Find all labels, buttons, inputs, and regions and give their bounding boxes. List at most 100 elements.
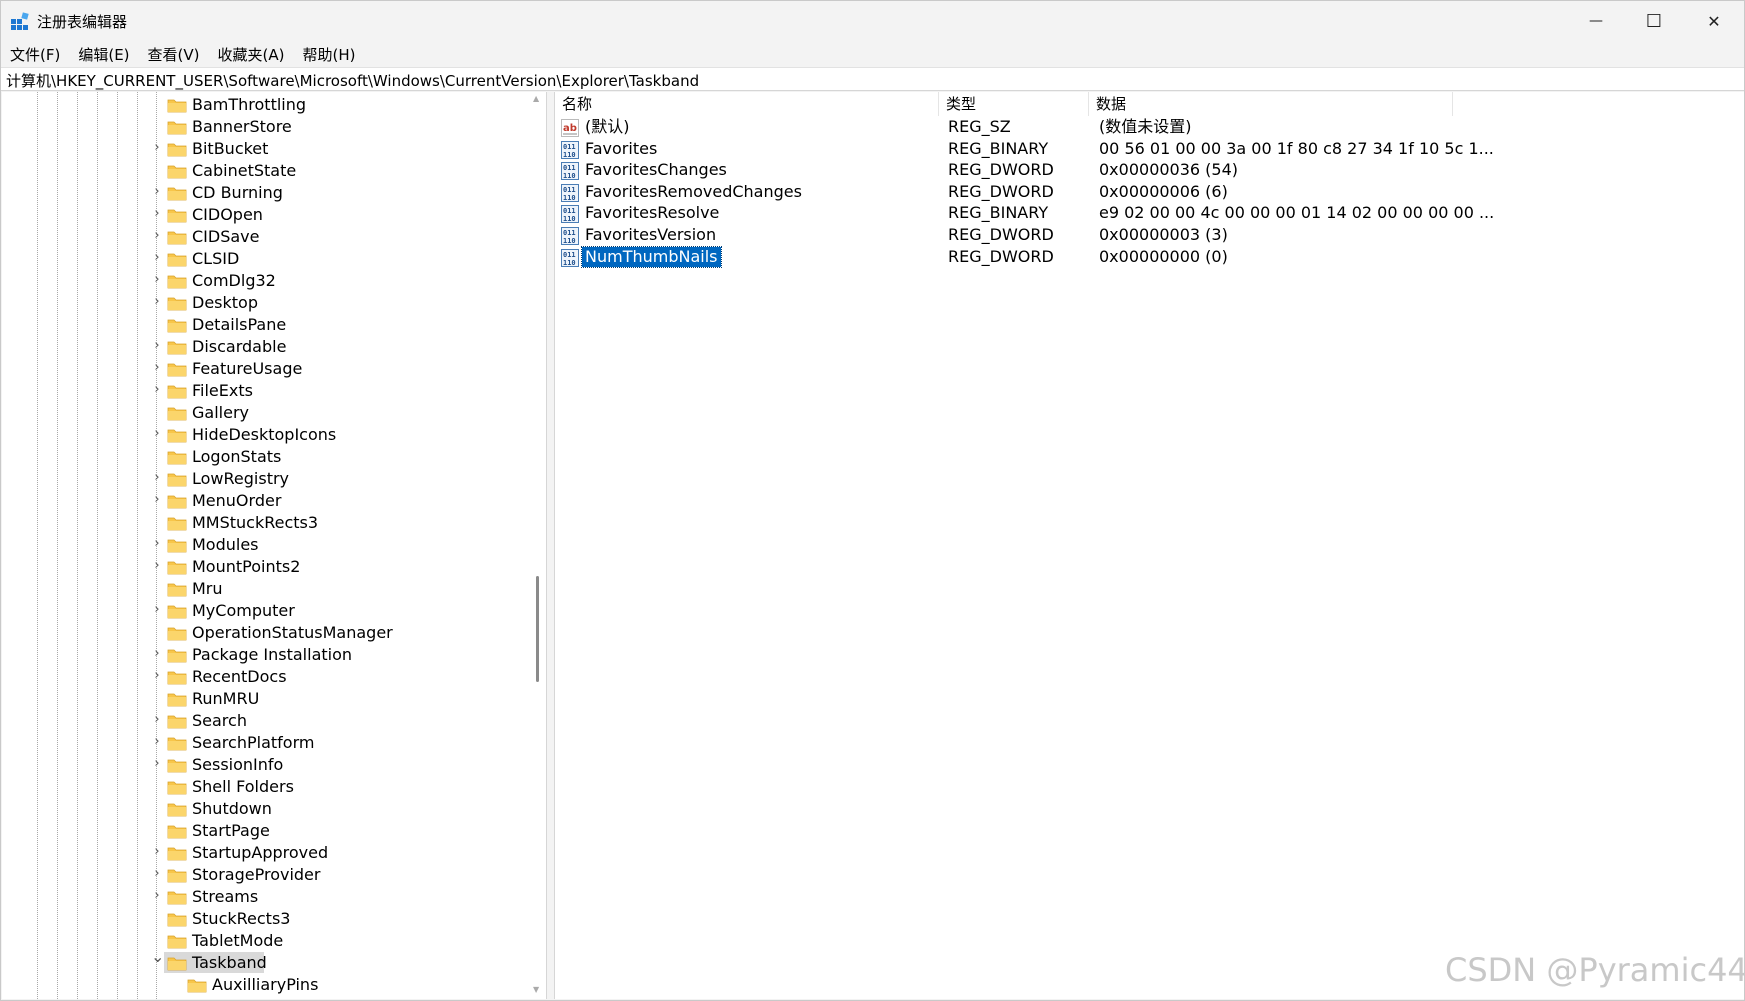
chevron-right-icon[interactable]: › — [151, 757, 163, 771]
tree-item[interactable]: OperationStatusManager — [2, 622, 528, 644]
menu-favorites[interactable]: 收藏夹(A) — [209, 44, 294, 65]
folder-icon — [167, 319, 187, 333]
tree-item[interactable]: RunMRU — [2, 688, 528, 710]
column-header-type[interactable]: 类型 — [939, 92, 1089, 116]
tree-item[interactable]: › Modules — [2, 534, 528, 556]
tree-item[interactable]: BannerStore — [2, 116, 528, 138]
tree-item[interactable]: › Discardable — [2, 336, 528, 358]
tree-item[interactable]: › FeatureUsage — [2, 358, 528, 380]
chevron-right-icon[interactable]: › — [151, 537, 163, 551]
value-data: e9 02 00 00 4c 00 00 00 01 14 02 00 00 0… — [1099, 203, 1495, 223]
tree-item[interactable]: CabinetState — [2, 160, 528, 182]
tree-item[interactable]: › ComDlg32 — [2, 270, 528, 292]
tree-item[interactable]: › BitBucket — [2, 138, 528, 160]
chevron-right-icon[interactable]: › — [151, 185, 163, 199]
chevron-right-icon[interactable]: › — [151, 229, 163, 243]
close-button[interactable]: ✕ — [1685, 1, 1743, 41]
chevron-right-icon[interactable]: › — [151, 361, 163, 375]
tree-item[interactable]: StuckRects3 — [2, 908, 528, 930]
minimize-button[interactable]: — — [1567, 1, 1625, 41]
menu-edit[interactable]: 编辑(E) — [69, 44, 138, 65]
tree-item[interactable]: LogonStats — [2, 446, 528, 468]
chevron-right-icon[interactable]: › — [151, 493, 163, 507]
tree-item[interactable]: › Streams — [2, 886, 528, 908]
chevron-right-icon[interactable]: › — [151, 735, 163, 749]
tree-item[interactable]: Shutdown — [2, 798, 528, 820]
tree-item[interactable]: › Search — [2, 710, 528, 732]
tree-item[interactable]: StartPage — [2, 820, 528, 842]
menu-help[interactable]: 帮助(H) — [293, 44, 364, 65]
chevron-right-icon[interactable]: › — [151, 251, 163, 265]
chevron-right-icon[interactable]: › — [151, 603, 163, 617]
tree-item[interactable]: › Package Installation — [2, 644, 528, 666]
chevron-right-icon[interactable]: › — [151, 647, 163, 661]
tree-item[interactable]: BamThrottling — [2, 94, 528, 116]
chevron-right-icon[interactable]: › — [151, 559, 163, 573]
tree-item[interactable]: DetailsPane — [2, 314, 528, 336]
tree-item-label: BannerStore — [192, 117, 292, 136]
chevron-right-icon[interactable]: › — [151, 845, 163, 859]
chevron-right-icon[interactable]: › — [151, 669, 163, 683]
tree-item[interactable]: › StorageProvider — [2, 864, 528, 886]
address-bar[interactable]: 计算机\HKEY_CURRENT_USER\Software\Microsoft… — [1, 67, 1744, 91]
tree-item[interactable]: › FileExts — [2, 380, 528, 402]
tree-item[interactable]: › MountPoints2 — [2, 556, 528, 578]
tree-item-label: StorageProvider — [192, 865, 321, 884]
chevron-right-icon[interactable]: › — [151, 889, 163, 903]
tree-item[interactable]: › SessionInfo — [2, 754, 528, 776]
chevron-right-icon[interactable]: › — [151, 141, 163, 155]
value-row[interactable]: 011 110 FavoritesVersion REG_DWORD 0x0000000… — [555, 224, 1744, 248]
tree-item[interactable]: › HideDesktopIcons — [2, 424, 528, 446]
menu-view[interactable]: 查看(V) — [139, 44, 209, 65]
tree-item[interactable]: › MyComputer — [2, 600, 528, 622]
tree-item[interactable]: ⌄ Taskband — [2, 949, 528, 974]
chevron-right-icon[interactable]: › — [151, 471, 163, 485]
tree-item[interactable]: › MenuOrder — [2, 490, 528, 512]
chevron-right-icon[interactable]: › — [151, 273, 163, 287]
key-tree-pane[interactable]: BamThrottling BannerStore › BitBucket Cabine… — [2, 92, 547, 999]
tree-scrollbar-thumb[interactable] — [536, 576, 539, 682]
menu-file[interactable]: 文件(F) — [1, 44, 69, 65]
value-row[interactable]: 011 110 FavoritesRemovedChanges REG_DWORD 0x… — [555, 181, 1744, 205]
address-path[interactable]: 计算机\HKEY_CURRENT_USER\Software\Microsoft… — [6, 70, 699, 91]
tree-item[interactable]: › StartupApproved — [2, 842, 528, 864]
chevron-right-icon[interactable]: › — [151, 339, 163, 353]
scroll-up-icon[interactable]: ▲ — [533, 94, 539, 103]
value-row[interactable]: 011 110 FavoritesResolve REG_BINARY e9 02 00… — [555, 202, 1744, 226]
values-pane[interactable]: 名称 类型 数据 ab (默认) REG_SZ (数值未设置) 011 110 Favori… — [554, 92, 1744, 999]
binary-value-icon: 011110 — [561, 205, 579, 224]
tree-item[interactable]: Gallery — [2, 402, 528, 424]
tree-item[interactable]: › SearchPlatform — [2, 732, 528, 754]
tree-item[interactable]: › LowRegistry — [2, 468, 528, 490]
tree-item[interactable]: › RecentDocs — [2, 666, 528, 688]
value-row[interactable]: 011 110 Favorites REG_BINARY 00 56 01 00 00 … — [555, 138, 1744, 162]
tree-item[interactable]: TabletMode — [2, 930, 528, 952]
chevron-right-icon[interactable]: › — [151, 295, 163, 309]
column-header-data[interactable]: 数据 — [1089, 92, 1453, 116]
svg-text:011: 011 — [563, 164, 576, 172]
folder-icon — [167, 495, 187, 509]
column-header-name[interactable]: 名称 — [555, 92, 939, 116]
svg-text:011: 011 — [563, 186, 576, 194]
tree-item[interactable]: › CIDSave — [2, 226, 528, 248]
tree-item[interactable]: Mru — [2, 578, 528, 600]
chevron-right-icon[interactable]: › — [151, 867, 163, 881]
tree-item[interactable]: Shell Folders — [2, 776, 528, 798]
chevron-right-icon[interactable]: › — [151, 713, 163, 727]
chevron-down-icon[interactable]: ⌄ — [151, 949, 164, 965]
value-row[interactable]: 011 110 NumThumbNails REG_DWORD 0x00000000 (… — [555, 245, 1744, 270]
tree-item[interactable]: › CIDOpen — [2, 204, 528, 226]
value-row[interactable]: ab (默认) REG_SZ (数值未设置) — [555, 116, 1744, 140]
chevron-right-icon[interactable]: › — [151, 383, 163, 397]
tree-item-label: ComDlg32 — [192, 271, 276, 290]
tree-item[interactable]: MMStuckRects3 — [2, 512, 528, 534]
chevron-right-icon[interactable]: › — [151, 427, 163, 441]
tree-item[interactable]: › CLSID — [2, 248, 528, 270]
scroll-down-icon[interactable]: ▼ — [533, 985, 539, 994]
maximize-button[interactable]: ☐ — [1625, 1, 1683, 41]
tree-item[interactable]: › Desktop — [2, 292, 528, 314]
tree-item[interactable]: AuxilliaryPins — [2, 974, 528, 996]
chevron-right-icon[interactable]: › — [151, 207, 163, 221]
value-row[interactable]: 011 110 FavoritesChanges REG_DWORD 0x0000003… — [555, 159, 1744, 183]
tree-item[interactable]: › CD Burning — [2, 182, 528, 204]
